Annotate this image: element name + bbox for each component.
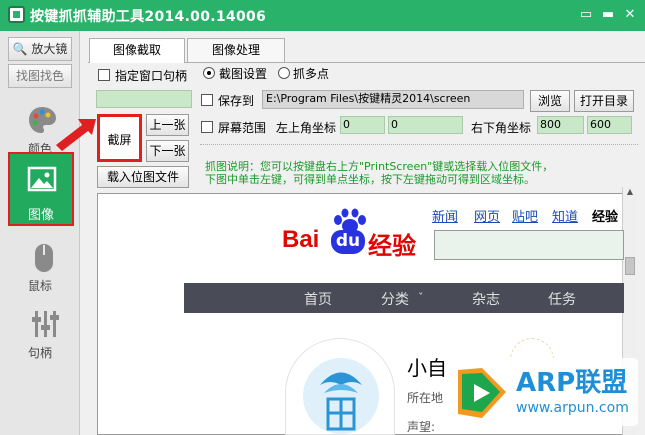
preview-nav-category: 分类	[381, 292, 409, 308]
bottom-right-y-input[interactable]: 600	[587, 116, 632, 134]
restore-button[interactable]: ▭	[576, 6, 596, 24]
tab-image-capture[interactable]: 图像截取	[89, 38, 185, 63]
magnifier-button[interactable]: 🔍 放大镜	[8, 37, 72, 61]
scroll-up-icon[interactable]: ▲	[624, 187, 636, 199]
window-handle-label: 指定窗口句柄	[115, 69, 188, 83]
preview-nav-home: 首页	[304, 292, 332, 308]
picture-icon	[27, 166, 57, 192]
watermark-brand: ARP联盟	[516, 368, 628, 398]
capture-settings-label: 截图设置	[219, 67, 268, 81]
preview-nav-magazine: 杂志	[472, 292, 500, 308]
tab-image-process[interactable]: 图像处理	[187, 38, 285, 62]
next-image-button[interactable]: 下一张	[146, 140, 189, 162]
capture-note-line2: 下图中单击左键，可得到单点坐标，按下左键拖动可得到区域坐标。	[205, 173, 535, 186]
baidu-logo-du: du	[331, 230, 365, 254]
chevron-down-icon: ˇ	[418, 291, 424, 304]
save-path-input[interactable]: E:\Program Files\按键精灵2014\screen	[262, 90, 524, 109]
sidebar-item-image[interactable]: 图像	[8, 152, 74, 226]
window-handle-checkbox[interactable]	[98, 69, 110, 81]
sidebar-item-label: 图像	[27, 208, 54, 223]
minimize-button[interactable]: ▬	[598, 6, 618, 24]
capture-note-line1: 抓图说明：您可以按键盘右上方"PrintScreen"键或选择载入位图文件，	[205, 160, 554, 173]
baidu-logo-bai: Bai	[282, 226, 320, 253]
preview-link-news: 新闻	[432, 210, 459, 225]
baidu-logo-jingyan: 经验	[368, 232, 416, 260]
red-arrow-icon	[56, 119, 96, 151]
sidebar-item-label: 鼠标	[27, 279, 52, 293]
preview-search-box	[434, 230, 624, 260]
capture-settings-radio[interactable]	[203, 67, 215, 79]
load-bitmap-button[interactable]: 载入位图文件	[97, 166, 189, 188]
preview-profile-location: 所在地	[407, 391, 444, 405]
close-button[interactable]: ✕	[620, 6, 640, 24]
screen-range-label: 屏幕范围	[218, 121, 267, 135]
divider	[200, 144, 638, 145]
bottom-right-label: 右下角坐标	[471, 121, 532, 135]
top-left-label: 左上角坐标	[276, 121, 337, 135]
preview-link-web: 网页	[474, 210, 501, 225]
watermark: ARP联盟 www.arpun.com	[448, 358, 638, 426]
open-dir-button[interactable]: 打开目录	[574, 90, 634, 112]
top-left-y-input[interactable]: 0	[388, 116, 463, 134]
sidebar-item-mouse[interactable]	[0, 240, 80, 310]
sidebar-item-handle[interactable]	[0, 305, 80, 375]
screen-range-checkbox[interactable]	[201, 121, 213, 133]
find-color-button[interactable]: 找图找色	[8, 64, 72, 88]
save-to-label: 保存到	[218, 94, 255, 108]
multi-point-label: 抓多点	[293, 67, 330, 81]
app-icon	[8, 6, 25, 23]
bottom-right-x-input[interactable]: 800	[537, 116, 584, 134]
preview-nav-task: 任务	[548, 292, 576, 308]
magnifier-label: 放大镜	[31, 42, 68, 56]
window-title: 按键抓抓辅助工具2014.00.14006	[30, 9, 267, 25]
avatar-logo-icon	[303, 358, 379, 434]
preview-link-tieba: 贴吧	[512, 210, 539, 225]
preview-profile-statement: 声望:	[407, 420, 436, 434]
browse-button[interactable]: 浏览	[530, 90, 570, 112]
mouse-icon	[35, 244, 53, 272]
prev-image-button[interactable]: 上一张	[146, 114, 189, 136]
watermark-url: www.arpun.com	[516, 400, 629, 416]
arp-logo-icon	[458, 368, 506, 418]
preview-link-jingyan: 经验	[592, 210, 619, 225]
magnifier-icon: 🔍	[12, 42, 28, 56]
sliders-icon	[32, 311, 59, 337]
save-to-checkbox[interactable]	[201, 94, 213, 106]
top-left-x-input[interactable]: 0	[340, 116, 385, 134]
multi-point-radio[interactable]	[278, 67, 290, 79]
preview-profile-name: 小自	[407, 356, 447, 380]
sidebar-item-label: 句柄	[27, 346, 52, 360]
preview-link-zhidao: 知道	[552, 210, 579, 225]
scroll-thumb[interactable]	[625, 257, 635, 275]
